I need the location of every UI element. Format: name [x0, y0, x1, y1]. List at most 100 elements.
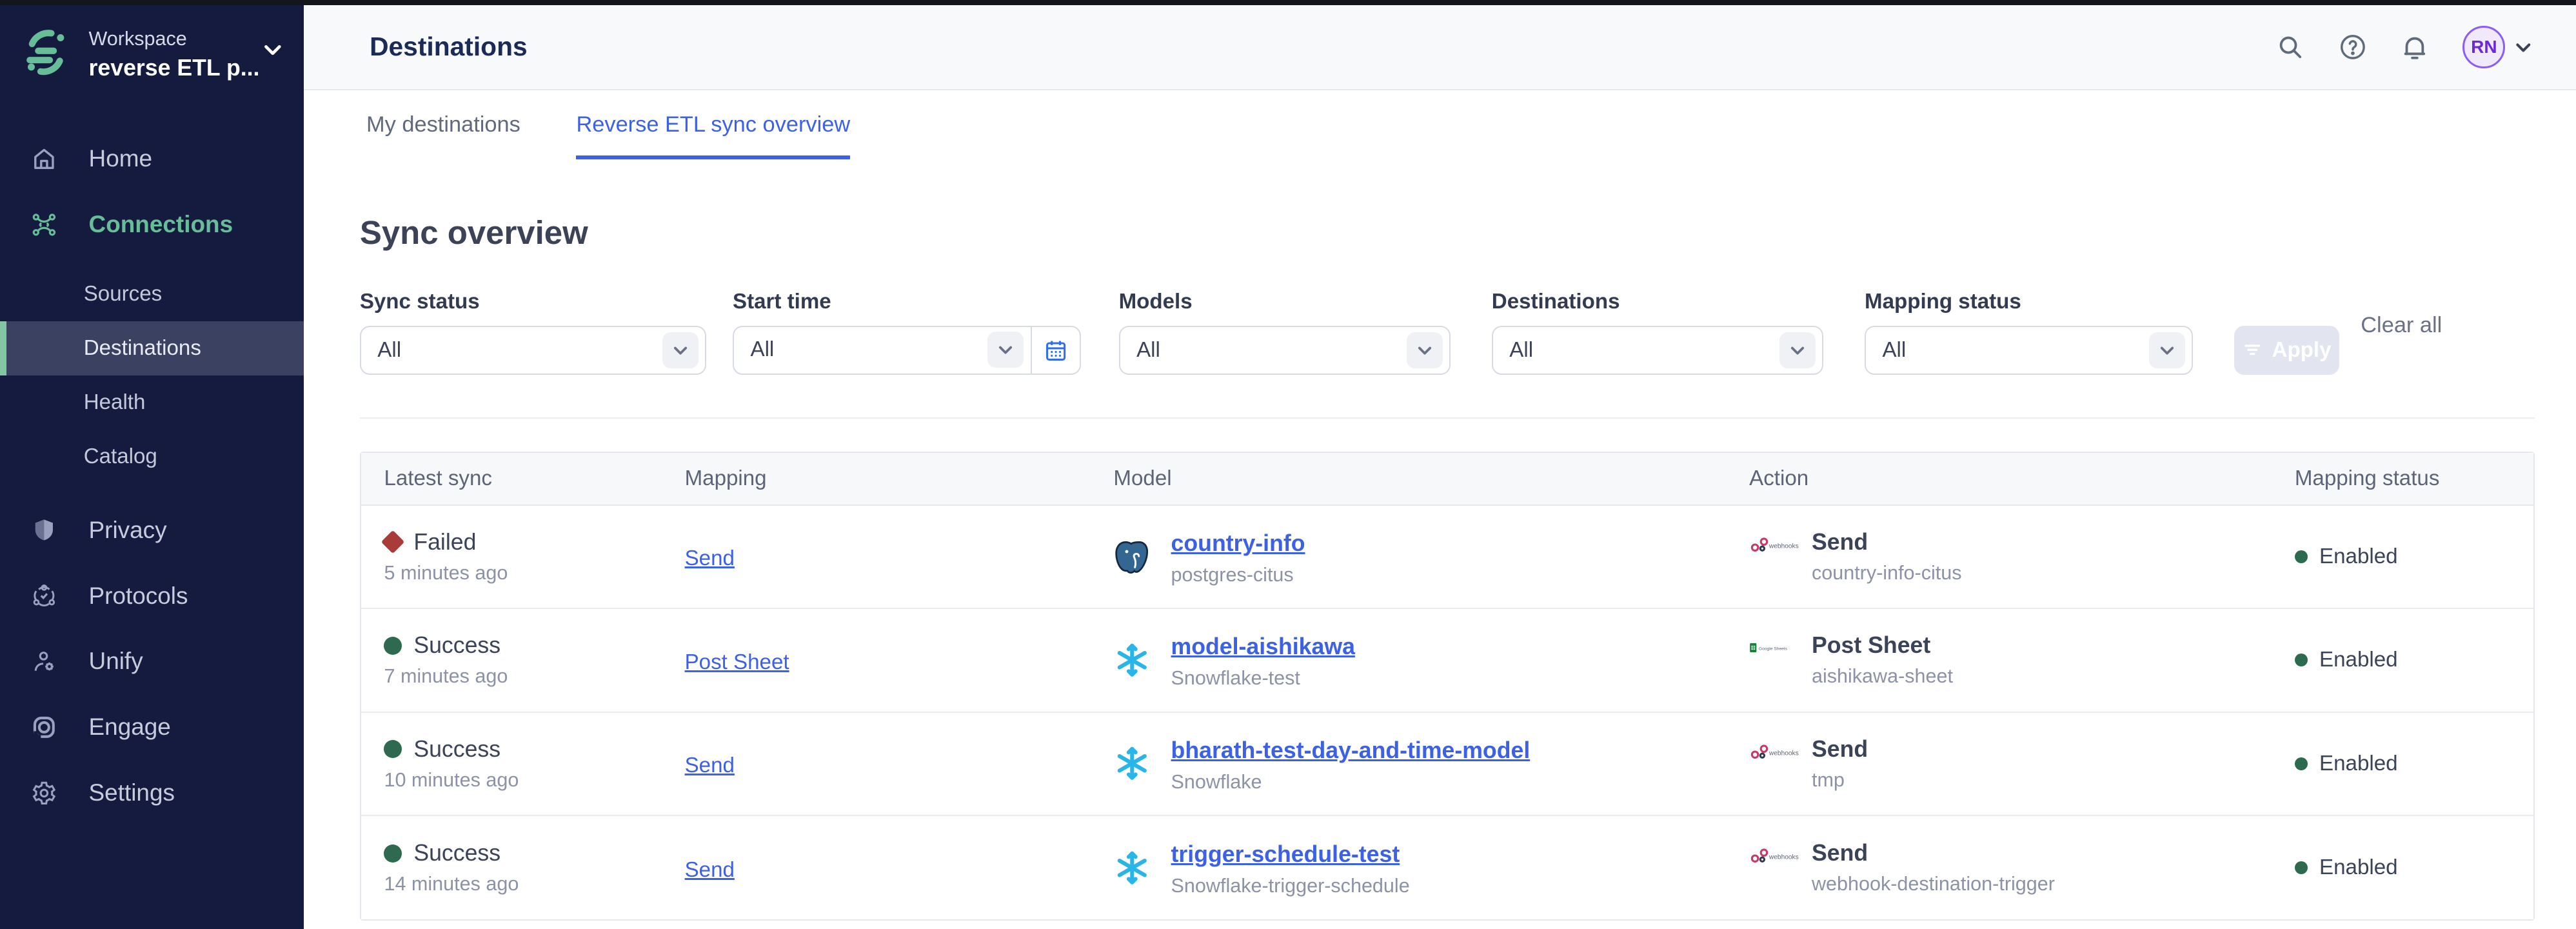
chevron-down-icon	[2513, 37, 2533, 57]
sidebar-item-protocols[interactable]: Protocols	[0, 563, 304, 629]
action-destination: webhook-destination-trigger	[1812, 873, 2055, 895]
rudderstack-logo	[21, 28, 70, 77]
sidebar-item-destinations[interactable]: Destinations	[0, 321, 304, 375]
sidebar: Workspace reverse ETL p... Home Connecti…	[0, 5, 304, 929]
model-source: postgres-citus	[1171, 564, 1305, 586]
model-link[interactable]: model-aishikawa	[1171, 634, 1355, 659]
webhooks-icon: webhooks	[1749, 743, 1798, 761]
sidebar-item-sources[interactable]: Sources	[0, 267, 304, 321]
top-header: Destinations RN	[304, 5, 2576, 90]
sync-time: 7 minutes ago	[384, 665, 661, 688]
workspace-name: reverse ETL p...	[89, 55, 260, 81]
select-value: All	[377, 338, 401, 363]
action-name: Send	[1812, 529, 1962, 555]
sidebar-item-unify[interactable]: Unify	[0, 629, 304, 695]
table-header: Latest sync Mapping Model Action Mapping…	[361, 453, 2533, 506]
sidebar-item-label: Catalog	[84, 445, 157, 469]
avatar[interactable]: RN	[2462, 26, 2505, 68]
filter-label-destinations: Destinations	[1492, 290, 1824, 314]
sidebar-item-health[interactable]: Health	[0, 375, 304, 430]
search-icon[interactable]	[2275, 32, 2305, 62]
sidebar-item-label: Sources	[84, 282, 162, 306]
select-value: All	[1509, 338, 1533, 363]
mapping-status: Enabled	[2319, 544, 2398, 569]
model-source: Snowflake-trigger-schedule	[1171, 875, 1410, 897]
sync-status: Success	[413, 632, 500, 659]
sidebar-item-label: Engage	[89, 714, 171, 741]
select-value: All	[1882, 338, 1906, 363]
mapping-link[interactable]: Post Sheet	[685, 650, 789, 674]
filter-label-sync-status: Sync status	[360, 290, 706, 314]
divider	[360, 417, 2535, 419]
chevron-down-icon	[2149, 332, 2185, 368]
snowflake-icon	[1113, 849, 1151, 887]
column-action: Action	[1727, 466, 2272, 491]
svg-text:webhooks: webhooks	[1769, 750, 1798, 757]
gear-icon	[31, 780, 57, 806]
column-latest-sync: Latest sync	[361, 466, 662, 491]
mapping-status: Enabled	[2319, 752, 2398, 776]
start-time-select[interactable]: All	[734, 327, 1031, 373]
destinations-select[interactable]: All	[1492, 326, 1824, 375]
bell-icon[interactable]	[2400, 32, 2430, 62]
column-mapping: Mapping	[662, 466, 1091, 491]
model-source: Snowflake-test	[1171, 667, 1355, 690]
action-destination: tmp	[1812, 769, 1868, 792]
table-row: Success 7 minutes ago Post Sheet model-a…	[361, 609, 2533, 712]
calendar-icon[interactable]	[1031, 327, 1080, 374]
success-status-icon	[384, 637, 402, 655]
action-destination: country-info-citus	[1812, 562, 1962, 584]
start-time-control: All	[733, 326, 1081, 375]
column-mapping-status: Mapping status	[2272, 466, 2536, 491]
sidebar-item-label: Settings	[89, 779, 175, 806]
chevron-down-icon	[1779, 332, 1816, 368]
mapping-link[interactable]: Send	[685, 858, 735, 882]
section-heading: Sync overview	[360, 214, 2576, 252]
connections-icon	[31, 212, 57, 238]
sidebar-item-label: Destinations	[84, 336, 201, 361]
svg-text:Google Sheets: Google Sheets	[1759, 647, 1788, 652]
sync-status-select[interactable]: All	[360, 326, 706, 375]
app-window: Workspace reverse ETL p... Home Connecti…	[0, 0, 2576, 929]
sidebar-item-engage[interactable]: Engage	[0, 694, 304, 760]
clear-all-link[interactable]: Clear all	[2361, 313, 2442, 338]
svg-text:webhooks: webhooks	[1769, 543, 1798, 550]
main-area: Destinations RN My destinations Reverse …	[304, 5, 2576, 929]
sidebar-item-catalog[interactable]: Catalog	[0, 430, 304, 484]
sidebar-item-label: Connections	[89, 211, 233, 238]
mapping-status: Enabled	[2319, 648, 2398, 672]
filter-bar: Sync status All Start time All	[360, 290, 2576, 375]
workspace-switcher[interactable]: Workspace reverse ETL p...	[0, 5, 304, 103]
sidebar-item-settings[interactable]: Settings	[0, 760, 304, 826]
table-row: Success 10 minutes ago Send bharath-test…	[361, 713, 2533, 816]
sidebar-item-connections[interactable]: Connections	[0, 192, 304, 257]
mapping-link[interactable]: Send	[685, 754, 735, 777]
sidebar-item-privacy[interactable]: Privacy	[0, 497, 304, 563]
sync-time: 14 minutes ago	[384, 873, 661, 895]
content: Sync overview Sync status All Start time…	[304, 214, 2576, 921]
page-title: Destinations	[370, 32, 528, 62]
filter-label-models: Models	[1119, 290, 1451, 314]
model-link[interactable]: bharath-test-day-and-time-model	[1171, 737, 1531, 763]
tab-reverse-etl-sync-overview[interactable]: Reverse ETL sync overview	[576, 90, 850, 159]
apply-button[interactable]: Apply	[2234, 326, 2339, 375]
mapping-link[interactable]: Send	[685, 546, 735, 570]
chevron-down-icon	[261, 37, 284, 68]
sync-status: Success	[413, 736, 500, 763]
models-select[interactable]: All	[1119, 326, 1451, 375]
user-menu[interactable]: RN	[2462, 26, 2533, 68]
tab-my-destinations[interactable]: My destinations	[366, 90, 520, 159]
model-link[interactable]: country-info	[1171, 530, 1305, 556]
snowflake-icon	[1113, 744, 1151, 783]
model-link[interactable]: trigger-schedule-test	[1171, 841, 1400, 867]
sidebar-nav: Home Connections Sources Destinations He…	[0, 126, 304, 826]
chevron-down-icon	[1407, 332, 1443, 368]
table-row: Failed 5 minutes ago Send country-info p…	[361, 506, 2533, 609]
help-icon[interactable]	[2338, 32, 2368, 62]
webhooks-icon: webhooks	[1749, 846, 1798, 864]
chevron-down-icon	[662, 332, 698, 368]
mapping-status-select[interactable]: All	[1865, 326, 2193, 375]
shield-icon	[31, 517, 57, 543]
sidebar-item-home[interactable]: Home	[0, 126, 304, 192]
webhooks-icon: webhooks	[1749, 535, 1798, 554]
